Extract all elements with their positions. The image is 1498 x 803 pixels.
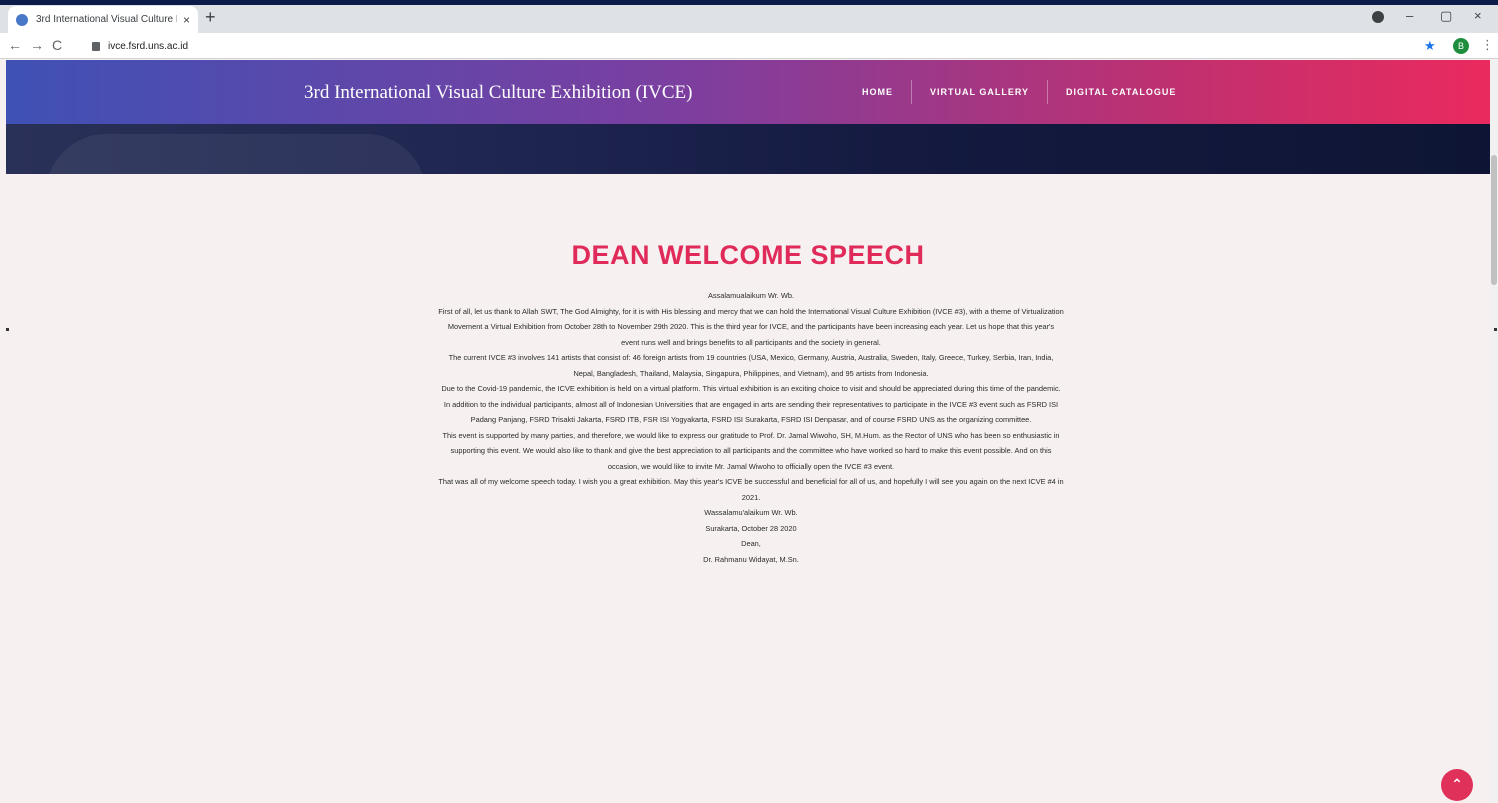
speech-paragraph: That was all of my welcome speech today.… bbox=[438, 477, 1064, 502]
extension-icon[interactable] bbox=[1372, 11, 1384, 23]
lock-icon bbox=[92, 41, 100, 51]
page-scrollbar[interactable] bbox=[1490, 60, 1498, 803]
menu-item-home[interactable]: HOME bbox=[844, 80, 911, 104]
welcome-speech: Assalamualaikum Wr. Wb. First of all, le… bbox=[438, 288, 1064, 567]
site-header: 3rd International Visual Culture Exhibit… bbox=[6, 60, 1490, 124]
address-bar: ← → C ivce.fsrd.uns.ac.id ★ B ⋮ bbox=[0, 33, 1498, 59]
speech-signatory-role: Dean, bbox=[741, 539, 761, 548]
url-text: ivce.fsrd.uns.ac.id bbox=[108, 40, 189, 52]
speech-paragraph: First of all, let us thank to Allah SWT,… bbox=[438, 306, 1064, 347]
close-window-button[interactable]: × bbox=[1474, 8, 1482, 23]
new-tab-button[interactable]: + bbox=[205, 8, 216, 26]
speech-signatory-name: Dr. Rahmanu Widayat, M.Sn. bbox=[703, 554, 799, 564]
scrollbar-thumb[interactable] bbox=[1491, 155, 1497, 285]
maximize-button[interactable]: ▢ bbox=[1440, 8, 1452, 24]
bookmark-star-icon[interactable]: ★ bbox=[1424, 38, 1436, 54]
site-favicon-icon bbox=[16, 13, 28, 26]
edge-marker bbox=[6, 328, 9, 331]
menu-item-virtual-gallery[interactable]: VIRTUAL GALLERY bbox=[911, 80, 1047, 104]
forward-button[interactable]: → bbox=[30, 37, 44, 53]
speech-paragraph: Due to the Covid-19 pandemic, the ICVE e… bbox=[441, 384, 1061, 424]
back-to-top-button[interactable]: ⌃ bbox=[1441, 769, 1473, 801]
tab-bar-top-edge bbox=[0, 0, 1498, 5]
minimize-button[interactable]: – bbox=[1406, 8, 1413, 23]
page-heading: DEAN WELCOME SPEECH bbox=[571, 240, 925, 270]
reload-button[interactable]: C bbox=[52, 37, 62, 53]
speech-greeting: Assalamualaikum Wr. Wb. bbox=[707, 291, 795, 300]
menu-item-digital-catalogue[interactable]: DIGITAL CATALOGUE bbox=[1047, 80, 1194, 104]
edge-marker bbox=[1494, 328, 1497, 331]
browser-tab[interactable]: 3rd International Visual Culture E × bbox=[8, 6, 198, 33]
tab-title: 3rd International Visual Culture E bbox=[36, 14, 177, 25]
profile-avatar[interactable]: B bbox=[1453, 38, 1469, 54]
browser-menu-icon[interactable]: ⋮ bbox=[1481, 37, 1494, 53]
speech-place-date: Surakarta, October 28 2020 bbox=[705, 523, 797, 533]
speech-closing: Wassalamu'alaikum Wr. Wb. bbox=[704, 508, 798, 517]
speech-paragraph: The current IVCE #3 involves 141 artists… bbox=[448, 353, 1054, 378]
main-menu: HOME VIRTUAL GALLERY DIGITAL CATALOGUE bbox=[844, 80, 1194, 104]
speech-paragraph: This event is supported by many parties,… bbox=[442, 430, 1060, 471]
site-title[interactable]: 3rd International Visual Culture Exhibit… bbox=[304, 82, 692, 104]
main-content: DEAN WELCOME SPEECH Assalamualaikum Wr. … bbox=[6, 174, 1490, 803]
tab-close-icon[interactable]: × bbox=[183, 13, 190, 27]
browser-tab-bar: 3rd International Visual Culture E × + –… bbox=[0, 0, 1498, 33]
hero-banner bbox=[6, 124, 1490, 174]
hero-decoration bbox=[46, 134, 426, 174]
url-input[interactable]: ivce.fsrd.uns.ac.id bbox=[80, 36, 1410, 56]
back-button[interactable]: ← bbox=[8, 37, 22, 53]
